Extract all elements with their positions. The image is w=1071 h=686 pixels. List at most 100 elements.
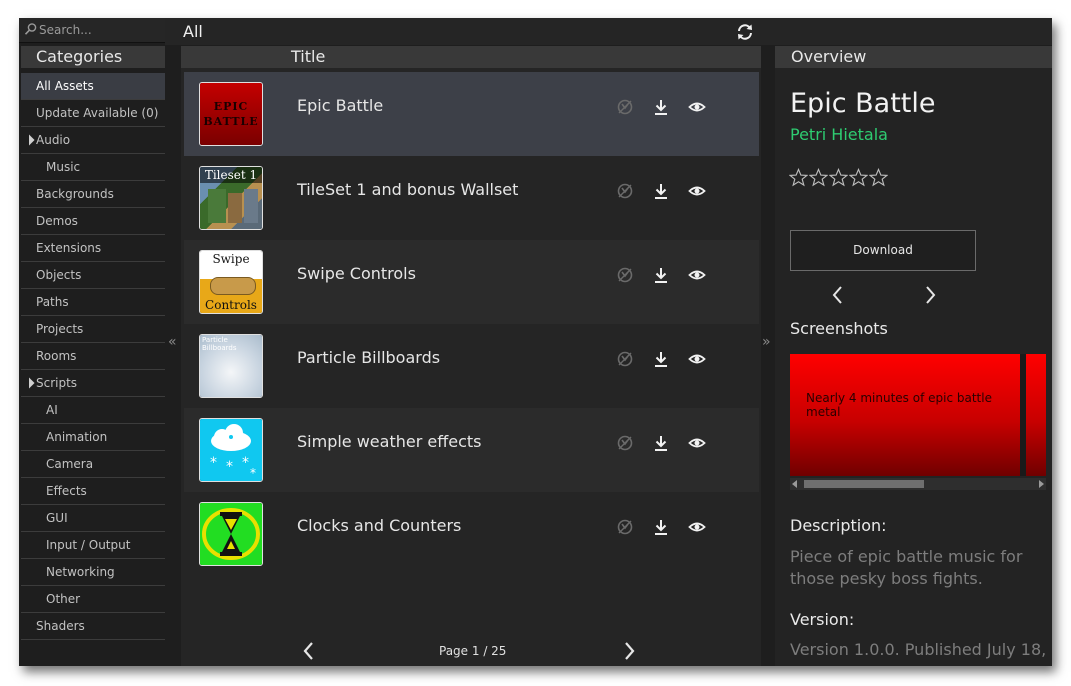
scrollbar-thumb[interactable] <box>804 480 924 488</box>
previous-asset-icon[interactable] <box>831 285 845 305</box>
category-item[interactable]: GUI <box>21 505 165 532</box>
title-column-label: Title <box>291 47 326 66</box>
update-icon[interactable] <box>616 182 634 200</box>
category-label: Animation <box>46 430 108 444</box>
thumbnail-text: Particle Billboards <box>202 336 237 352</box>
preview-eye-icon[interactable] <box>688 266 706 284</box>
category-item[interactable]: Rooms <box>21 343 165 370</box>
asset-thumbnail <box>199 502 263 566</box>
asset-row[interactable]: EPIC BATTLE Epic Battle <box>184 72 759 156</box>
overview-panel: Overview Epic Battle Petri Hietala Downl… <box>775 46 1052 666</box>
refresh-icon[interactable] <box>735 22 755 42</box>
download-icon[interactable] <box>652 350 670 368</box>
asset-title: TileSet 1 and bonus Wallset <box>297 180 519 199</box>
category-label: Paths <box>36 295 69 309</box>
star-icon[interactable] <box>868 167 889 187</box>
asset-row[interactable]: Particle Billboards Particle Billboards <box>184 324 759 408</box>
preview-eye-icon[interactable] <box>688 518 706 536</box>
asset-title: Epic Battle <box>297 96 384 115</box>
download-icon[interactable] <box>652 434 670 452</box>
preview-eye-icon[interactable] <box>688 182 706 200</box>
asset-thumbnail: * * * * <box>199 418 263 482</box>
category-item[interactable]: Audio <box>21 127 165 154</box>
search-input[interactable] <box>39 21 159 38</box>
screenshot-image[interactable]: Nearly 4 minutes of epic battle metal <box>790 354 1020 476</box>
category-label: Extensions <box>36 241 102 255</box>
category-item[interactable]: Music <box>21 154 165 181</box>
collapse-overview-button[interactable]: » <box>762 334 771 350</box>
asset-thumbnail: Particle Billboards <box>199 334 263 398</box>
top-bar: All <box>165 18 1052 45</box>
update-icon[interactable] <box>616 266 634 284</box>
category-item[interactable]: All Assets <box>21 73 165 100</box>
category-label: GUI <box>46 511 68 525</box>
expand-triangle-icon[interactable] <box>23 377 35 389</box>
preview-eye-icon[interactable] <box>688 434 706 452</box>
category-item[interactable]: Input / Output <box>21 532 165 559</box>
star-icon[interactable] <box>808 167 829 187</box>
asset-row[interactable]: Tileset 1 TileSet 1 and bonus Wallset <box>184 156 759 240</box>
download-icon[interactable] <box>652 98 670 116</box>
next-asset-icon[interactable] <box>923 285 937 305</box>
download-button[interactable]: Download <box>790 230 976 271</box>
category-label: Camera <box>46 457 94 471</box>
title-column-header[interactable]: Title <box>181 46 761 68</box>
star-icon[interactable] <box>788 167 809 187</box>
rating-stars[interactable] <box>788 167 889 188</box>
screenshot-image-next[interactable] <box>1026 354 1046 476</box>
expand-triangle-icon[interactable] <box>23 134 35 146</box>
update-icon[interactable] <box>616 518 634 536</box>
collapse-sidebar-button[interactable]: « <box>168 334 177 350</box>
preview-eye-icon[interactable] <box>688 98 706 116</box>
download-icon[interactable] <box>652 518 670 536</box>
svg-text:*: * <box>226 459 233 475</box>
update-icon[interactable] <box>616 350 634 368</box>
svg-text:*: * <box>210 455 217 471</box>
update-icon[interactable] <box>616 98 634 116</box>
category-label: Backgrounds <box>36 187 114 201</box>
asset-row[interactable]: Swipe Controls Swipe Controls <box>184 240 759 324</box>
search-icon <box>24 23 37 35</box>
next-page-icon[interactable] <box>621 640 637 662</box>
category-item[interactable]: Demos <box>21 208 165 235</box>
preview-eye-icon[interactable] <box>688 350 706 368</box>
scroll-right-icon[interactable] <box>1038 480 1044 488</box>
asset-thumbnail: Tileset 1 <box>199 166 263 230</box>
category-item[interactable]: Scripts <box>21 370 165 397</box>
category-item[interactable]: Animation <box>21 424 165 451</box>
category-item[interactable]: Backgrounds <box>21 181 165 208</box>
category-label: Networking <box>46 565 115 579</box>
category-item[interactable]: Paths <box>21 289 165 316</box>
thumbnail-text: Controls <box>205 298 257 312</box>
category-item[interactable]: Update Available (0) <box>21 100 165 127</box>
asset-row[interactable]: Clocks and Counters <box>184 492 759 576</box>
category-item[interactable]: Extensions <box>21 235 165 262</box>
screenshot-caption: Nearly 4 minutes of epic battle metal <box>806 391 992 419</box>
category-item[interactable]: AI <box>21 397 165 424</box>
download-icon[interactable] <box>652 182 670 200</box>
asset-title: Clocks and Counters <box>297 516 462 535</box>
asset-row[interactable]: * * * * Simple weather effects <box>184 408 759 492</box>
category-label: Effects <box>46 484 87 498</box>
category-item[interactable]: Other <box>21 586 165 613</box>
asset-author[interactable]: Petri Hietala <box>790 125 888 144</box>
scroll-left-icon[interactable] <box>792 480 798 488</box>
star-icon[interactable] <box>828 167 849 187</box>
prev-page-icon[interactable] <box>301 640 317 662</box>
svg-text:*: * <box>250 466 256 480</box>
category-label: Scripts <box>36 376 78 390</box>
category-list: All Assets Update Available (0) Audio Music… <box>21 73 165 640</box>
search-bar <box>19 18 165 43</box>
category-item[interactable]: Shaders <box>21 613 165 640</box>
star-icon[interactable] <box>848 167 869 187</box>
category-item[interactable]: Objects <box>21 262 165 289</box>
category-item[interactable]: Camera <box>21 451 165 478</box>
category-item[interactable]: Effects <box>21 478 165 505</box>
category-item[interactable]: Projects <box>21 316 165 343</box>
screenshots-scrollbar[interactable] <box>790 478 1046 490</box>
download-icon[interactable] <box>652 266 670 284</box>
update-icon[interactable] <box>616 434 634 452</box>
category-label: Objects <box>36 268 82 282</box>
category-item[interactable]: Networking <box>21 559 165 586</box>
screenshots-label: Screenshots <box>790 319 888 338</box>
